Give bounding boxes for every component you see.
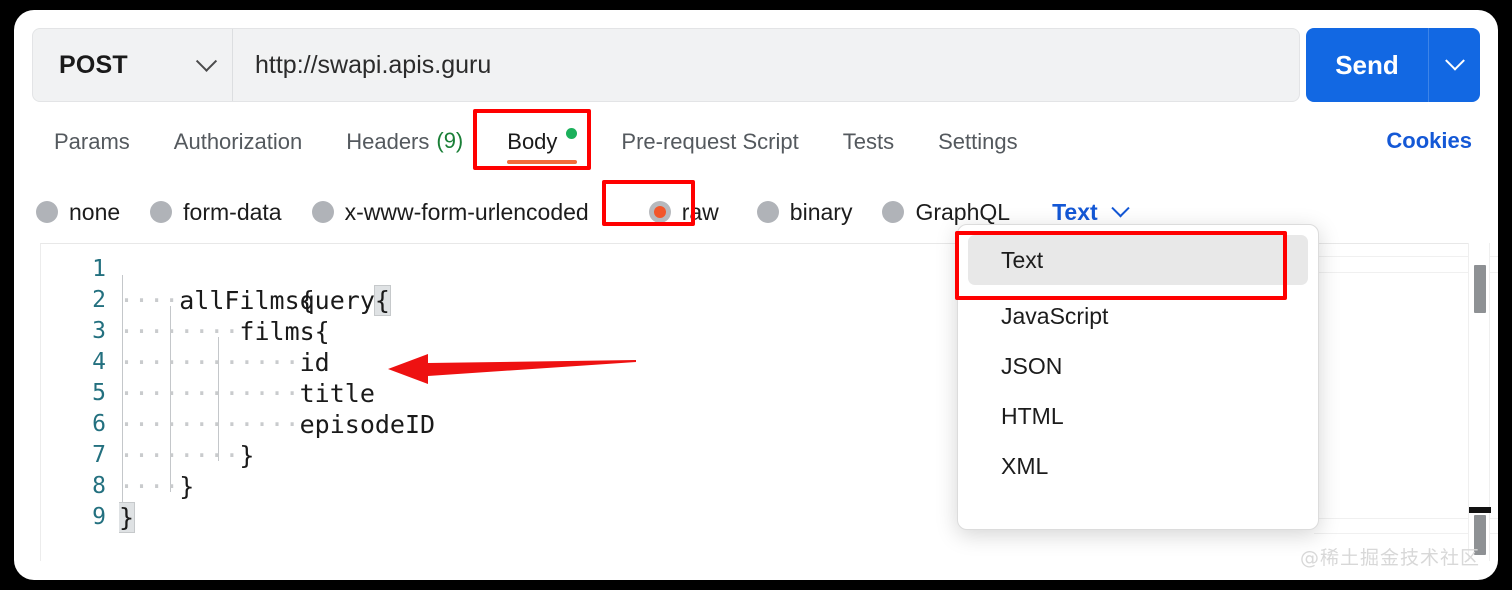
code-text: allFilms{	[179, 286, 314, 315]
indent-dots: ····	[119, 472, 179, 501]
indent-dots: ············	[119, 410, 300, 439]
http-method-value: POST	[59, 51, 128, 80]
editor-vertical-scrollbar[interactable]	[1468, 243, 1490, 561]
indent-dots: ····	[119, 286, 179, 315]
tab-tests[interactable]: Tests	[821, 122, 916, 176]
line-number: 2	[41, 285, 106, 316]
language-option-javascript[interactable]: JavaScript	[968, 291, 1308, 341]
send-button[interactable]: Send	[1306, 28, 1428, 102]
http-method-select[interactable]: POST	[33, 29, 233, 101]
method-url-group: POST http://swapi.apis.guru	[32, 28, 1300, 102]
tab-label: Pre-request Script	[621, 128, 798, 156]
language-option-json[interactable]: JSON	[968, 341, 1308, 391]
radio-label: binary	[790, 199, 853, 226]
indent-dots: ········	[119, 317, 239, 346]
indent-dots: ············	[119, 348, 300, 377]
radio-label: x-www-form-urlencoded	[345, 199, 589, 226]
body-type-x-www-form-urlencoded[interactable]: x-www-form-urlencoded	[312, 199, 589, 226]
code-text: title	[300, 379, 375, 408]
code-text: films{	[239, 317, 329, 346]
url-value: http://swapi.apis.guru	[255, 51, 491, 80]
code-text: episodeID	[300, 410, 435, 439]
active-tab-underline	[507, 160, 577, 164]
radio-icon	[150, 201, 172, 223]
line-number: 5	[41, 378, 106, 409]
indent-dots: ········	[119, 441, 239, 470]
radio-label: form-data	[183, 199, 281, 226]
language-selector-value: Text	[1052, 199, 1098, 226]
language-option-html[interactable]: HTML	[968, 391, 1308, 441]
send-options-button[interactable]	[1428, 28, 1480, 102]
radio-icon	[36, 201, 58, 223]
tab-list: Params Authorization Headers (9) Body Pr…	[32, 122, 1040, 176]
request-bar: POST http://swapi.apis.guru Send	[32, 28, 1480, 102]
language-selector[interactable]: Text	[1052, 199, 1127, 226]
screenshot-root: POST http://swapi.apis.guru Send Params	[0, 0, 1512, 590]
headers-count-badge: (9)	[436, 128, 463, 154]
radio-icon	[312, 201, 334, 223]
radio-icon	[882, 201, 904, 223]
radio-label: GraphQL	[915, 199, 1010, 226]
tab-headers[interactable]: Headers (9)	[324, 122, 485, 176]
chevron-down-icon	[1111, 199, 1129, 217]
code-text: }	[179, 472, 194, 501]
tab-label: Headers	[346, 128, 429, 156]
language-option-text[interactable]: Text	[968, 235, 1308, 285]
language-option-xml[interactable]: XML	[968, 441, 1308, 491]
line-number: 3	[41, 316, 106, 347]
scrollbar-divider	[1469, 507, 1491, 513]
cookies-link[interactable]: Cookies	[1386, 128, 1472, 154]
line-number: 6	[41, 409, 106, 440]
line-number: 7	[41, 440, 106, 471]
tab-settings[interactable]: Settings	[916, 122, 1040, 176]
radio-icon	[757, 201, 779, 223]
code-text: }	[239, 441, 254, 470]
tab-pre-request-script[interactable]: Pre-request Script	[599, 122, 820, 176]
tab-label: Params	[54, 128, 130, 156]
radio-label: none	[69, 199, 120, 226]
scrollbar-thumb[interactable]	[1474, 265, 1486, 313]
send-button-group: Send	[1306, 28, 1480, 102]
body-type-form-data[interactable]: form-data	[150, 199, 281, 226]
tab-params[interactable]: Params	[32, 122, 152, 176]
line-number: 8	[41, 471, 106, 502]
matching-brace: }	[119, 503, 134, 532]
tab-label: Settings	[938, 128, 1018, 156]
chevron-down-icon	[1445, 51, 1465, 71]
tab-label: Tests	[843, 128, 894, 156]
tab-label: Authorization	[174, 128, 302, 156]
tabs-divider	[32, 176, 1480, 177]
radio-icon-selected	[649, 201, 671, 223]
code-text: id	[300, 348, 330, 377]
request-tabs: Params Authorization Headers (9) Body Pr…	[32, 122, 1480, 176]
language-dropdown-menu: Text JavaScript JSON HTML XML	[957, 224, 1319, 530]
watermark: @稀土掘金技术社区	[1300, 543, 1480, 570]
tab-authorization[interactable]: Authorization	[152, 122, 324, 176]
body-has-content-dot-icon	[566, 128, 577, 139]
tab-body[interactable]: Body	[485, 122, 599, 176]
body-type-none[interactable]: none	[36, 199, 120, 226]
line-number: 9	[41, 502, 106, 533]
editor-line-numbers: 1 2 3 4 5 6 7 8 9	[41, 244, 119, 561]
line-number: 1	[41, 254, 106, 285]
indent-dots: ············	[119, 379, 300, 408]
line-number: 4	[41, 347, 106, 378]
radio-label: raw	[682, 199, 719, 226]
chevron-down-icon	[196, 50, 217, 71]
body-type-graphql[interactable]: GraphQL	[882, 199, 1010, 226]
tab-label: Body	[507, 128, 557, 156]
body-type-raw[interactable]: raw	[649, 199, 719, 226]
url-input[interactable]: http://swapi.apis.guru	[233, 29, 1299, 101]
body-type-binary[interactable]: binary	[757, 199, 853, 226]
